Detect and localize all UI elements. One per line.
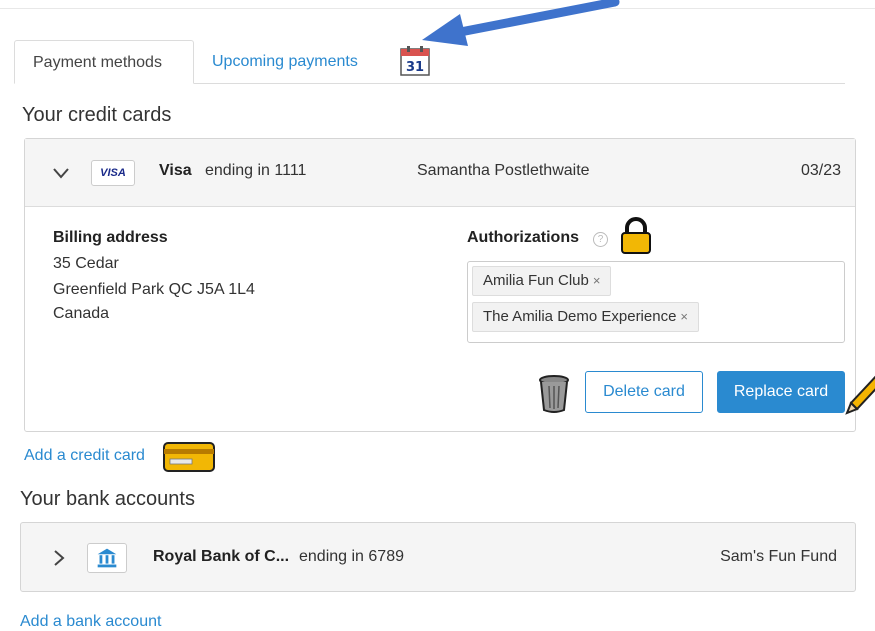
authorizations-field[interactable]: Amilia Fun Club × The Amilia Demo Experie… <box>467 261 845 343</box>
bank-icon <box>87 543 127 573</box>
address-line: Greenfield Park QC J5A 1L4 <box>53 281 255 298</box>
authorization-name: Amilia Fun Club <box>483 272 589 289</box>
authorization-name: The Amilia Demo Experience <box>483 308 677 325</box>
calendar-day: 31 <box>406 60 424 75</box>
card-expiry: 03/23 <box>800 162 841 179</box>
replace-card-button[interactable]: Replace card <box>717 371 845 413</box>
credit-card-header[interactable]: VISA Visa ending in 1111 Samantha Postle… <box>25 139 855 207</box>
lock-icon <box>621 217 651 254</box>
trash-icon <box>539 375 569 413</box>
billing-address-label: Billing address <box>53 229 168 246</box>
chevron-down-icon[interactable] <box>51 163 71 183</box>
card-holder: Samantha Postlethwaite <box>417 162 590 179</box>
add-credit-card-link[interactable]: Add a credit card <box>24 447 145 465</box>
credit-cards-heading: Your credit cards <box>22 104 172 126</box>
delete-card-button[interactable]: Delete card <box>585 371 703 413</box>
bank-ending: ending in 6789 <box>299 548 404 565</box>
remove-chip-icon[interactable]: × <box>680 309 688 324</box>
visa-logo-icon: VISA <box>91 160 135 186</box>
help-icon[interactable]: ? <box>593 232 608 247</box>
authorization-chip[interactable]: The Amilia Demo Experience × <box>472 302 700 332</box>
credit-card-icon <box>163 442 215 472</box>
authorization-chip[interactable]: Amilia Fun Club × <box>472 266 612 296</box>
bank-account-row[interactable]: Royal Bank of C... ending in 6789 Sam's … <box>20 522 856 592</box>
address-line: Canada <box>53 305 110 322</box>
chevron-right-icon[interactable] <box>49 548 69 568</box>
tab-payment-methods[interactable]: Payment methods <box>14 40 194 84</box>
address-line: 35 Cedar <box>53 255 119 272</box>
tab-upcoming-payments[interactable]: Upcoming payments <box>196 40 376 84</box>
bank-accounts-heading: Your bank accounts <box>20 488 195 510</box>
authorizations-label: Authorizations <box>467 229 579 246</box>
pencil-icon <box>845 375 875 415</box>
calendar-icon: 31 <box>400 46 430 76</box>
bank-account-owner: Sam's Fun Fund <box>720 548 837 565</box>
card-brand: Visa <box>159 162 192 179</box>
card-ending: ending in 1111 <box>205 162 307 179</box>
tab-bar: Payment methods Upcoming payments 31 <box>14 40 845 84</box>
credit-card-panel: VISA Visa ending in 1111 Samantha Postle… <box>24 138 875 432</box>
remove-chip-icon[interactable]: × <box>593 273 601 288</box>
bank-name: Royal Bank of C... <box>153 548 290 565</box>
add-bank-account-link[interactable]: Add a bank account <box>20 613 161 631</box>
